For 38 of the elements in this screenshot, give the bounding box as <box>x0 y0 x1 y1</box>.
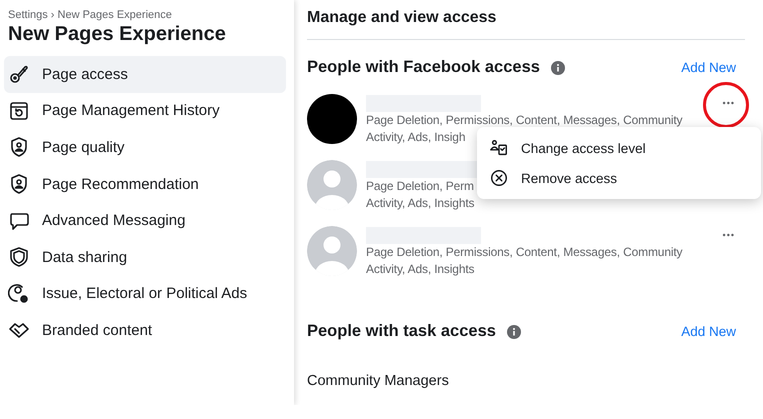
page-title: New Pages Experience <box>8 23 227 46</box>
section-heading: People with task access <box>307 322 496 341</box>
more-button[interactable]: ••• <box>718 94 739 112</box>
permissions-text: Activity, Ads, Insights <box>366 260 476 277</box>
more-button[interactable]: ••• <box>718 226 739 244</box>
permissions-text: Page Deletion, Permissions, Content, Messages, Community <box>366 244 682 260</box>
permissions-text: Activity, Ads, Insights <box>366 194 476 211</box>
sidebar-item[interactable]: Page quality <box>4 129 286 166</box>
sidebar-item[interactable]: Advanced Messaging <box>4 202 286 239</box>
shield-icon <box>8 246 30 268</box>
sidebar-item[interactable]: Page Management History <box>4 92 286 130</box>
history-icon <box>8 100 30 122</box>
info-icon[interactable] <box>506 324 521 338</box>
key-icon <box>8 63 30 86</box>
permissions-text: Page Deletion, Permissions, Content, Messages, Community <box>366 112 682 128</box>
add-new-link[interactable]: Add New <box>681 60 736 75</box>
sidebar-item[interactable]: Page access <box>4 56 286 93</box>
section-heading: People with Facebook access <box>307 58 540 77</box>
remove-icon <box>489 168 509 188</box>
avatar <box>307 94 357 144</box>
shield-person-icon <box>8 136 30 158</box>
sidebar-item[interactable]: Issue, Electoral or Political Ads <box>4 276 286 312</box>
sidebar-item[interactable]: Branded content <box>4 312 286 349</box>
shield-person-icon <box>8 173 30 196</box>
breadcrumb[interactable]: Settings › New Pages Experience <box>8 9 172 21</box>
sidebar-item[interactable]: Data sharing <box>4 238 286 276</box>
avatar <box>307 160 357 210</box>
person-checklist-icon <box>489 138 509 158</box>
section-heading: Manage and view access <box>307 9 496 27</box>
permissions-text: Activity, Ads, Insigh <box>366 128 466 145</box>
sidebar-item[interactable]: Page Recommendation <box>4 166 286 202</box>
add-new-link[interactable]: Add New <box>681 324 736 339</box>
group-label: Community Managers <box>307 373 449 389</box>
menu-item[interactable]: Change access level <box>489 133 749 163</box>
menu-item[interactable]: Remove access <box>489 163 749 193</box>
avatar <box>307 226 357 276</box>
permissions-text: Page Deletion, Perm <box>366 178 475 194</box>
info-icon[interactable] <box>550 60 565 74</box>
